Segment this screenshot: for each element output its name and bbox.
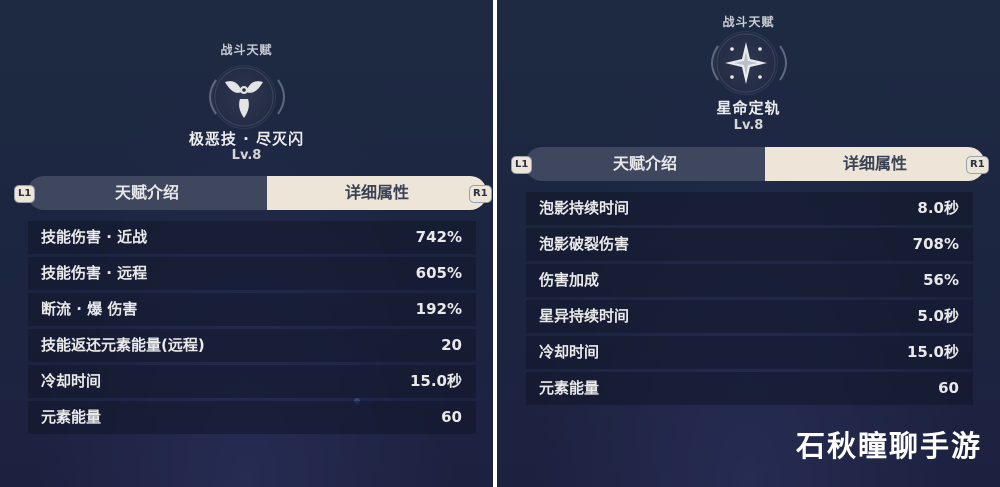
attribute-value: 708%	[912, 235, 959, 253]
attribute-label: 技能返还元素能量(远程)	[41, 336, 205, 354]
attribute-row: 技能伤害 · 远程 605%	[28, 257, 476, 290]
attribute-list: 技能伤害 · 近战 742% 技能伤害 · 远程 605% 断流 · 爆 伤害 …	[28, 221, 476, 437]
attribute-value: 192%	[415, 300, 462, 318]
attribute-label: 元素能量	[539, 379, 600, 397]
attribute-row: 元素能量 60	[526, 372, 973, 405]
attribute-label: 技能伤害 · 远程	[41, 264, 148, 282]
section-label: 战斗天赋	[722, 15, 775, 29]
tab-talent-intro[interactable]: 天赋介绍	[525, 147, 765, 181]
attribute-value: 20	[441, 336, 462, 354]
left-talent-panel: 战斗天赋 极恶技 · 尽灭闪 Lv.8 天赋介绍 详细属性 L1 R1 技能伤害…	[0, 0, 493, 487]
attribute-value: 56%	[923, 271, 959, 289]
attribute-value: 8.0秒	[917, 199, 959, 217]
icon-wing-right	[277, 79, 285, 115]
triple-drop-icon	[214, 67, 274, 127]
attribute-value: 742%	[415, 228, 462, 246]
attribute-value: 605%	[415, 264, 462, 282]
attribute-row: 冷却时间 15.0秒	[526, 336, 973, 369]
l1-key-hint: L1	[511, 156, 533, 174]
attribute-value: 60	[441, 408, 462, 426]
skill-icon-frame	[715, 32, 777, 94]
tab-detailed-attributes[interactable]: 详细属性	[267, 176, 487, 210]
tab-talent-intro[interactable]: 天赋介绍	[27, 176, 267, 210]
r1-key-hint: R1	[469, 185, 492, 203]
watermark-text: 石秋瞳聊手游	[795, 429, 982, 463]
attribute-label: 伤害加成	[539, 271, 600, 289]
skill-level: Lv.8	[231, 148, 262, 163]
attribute-row: 技能返还元素能量(远程) 20	[28, 329, 476, 362]
attribute-label: 断流 · 爆 伤害	[41, 300, 138, 318]
attribute-label: 元素能量	[41, 408, 102, 426]
attribute-value: 15.0秒	[906, 343, 959, 361]
attribute-label: 星异持续时间	[539, 307, 630, 325]
icon-wing-right	[779, 45, 787, 81]
tab-detailed-attributes[interactable]: 详细属性	[765, 147, 985, 181]
detail-tabs: 天赋介绍 详细属性 L1 R1	[14, 176, 492, 210]
attribute-label: 泡影破裂伤害	[539, 235, 630, 253]
skill-name: 星命定轨	[716, 99, 781, 117]
l1-key-hint: L1	[14, 185, 36, 203]
attribute-row: 冷却时间 15.0秒	[28, 365, 476, 398]
star-compass-icon	[716, 33, 776, 93]
attribute-row: 泡影持续时间 8.0秒	[526, 192, 973, 225]
attribute-row: 元素能量 60	[28, 401, 476, 434]
attribute-row: 泡影破裂伤害 708%	[526, 228, 973, 261]
attribute-row: 星异持续时间 5.0秒	[526, 300, 973, 333]
attribute-label: 技能伤害 · 近战	[41, 228, 148, 246]
skill-name: 极恶技 · 尽灭闪	[188, 130, 305, 148]
right-talent-panel: 战斗天赋 星命定轨 Lv.8 天赋介绍 详细属性 L1 R1 泡影持续时间 8.…	[497, 0, 1000, 487]
attribute-label: 冷却时间	[41, 372, 102, 390]
attribute-value: 15.0秒	[409, 372, 462, 390]
skill-icon-frame	[213, 66, 275, 128]
skill-level: Lv.8	[733, 118, 764, 133]
icon-wing-left	[209, 79, 217, 115]
attribute-label: 泡影持续时间	[539, 199, 630, 217]
attribute-label: 冷却时间	[539, 343, 600, 361]
detail-tabs: 天赋介绍 详细属性 L1 R1	[511, 147, 991, 181]
r1-key-hint: R1	[966, 156, 989, 174]
attribute-row: 伤害加成 56%	[526, 264, 973, 297]
attribute-value: 5.0秒	[917, 307, 959, 325]
attribute-row: 断流 · 爆 伤害 192%	[28, 293, 476, 326]
attribute-list: 泡影持续时间 8.0秒 泡影破裂伤害 708% 伤害加成 56% 星异持续时间 …	[526, 192, 973, 408]
attribute-value: 60	[938, 379, 959, 397]
section-label: 战斗天赋	[220, 43, 273, 57]
icon-wing-left	[711, 45, 719, 81]
attribute-row: 技能伤害 · 近战 742%	[28, 221, 476, 254]
